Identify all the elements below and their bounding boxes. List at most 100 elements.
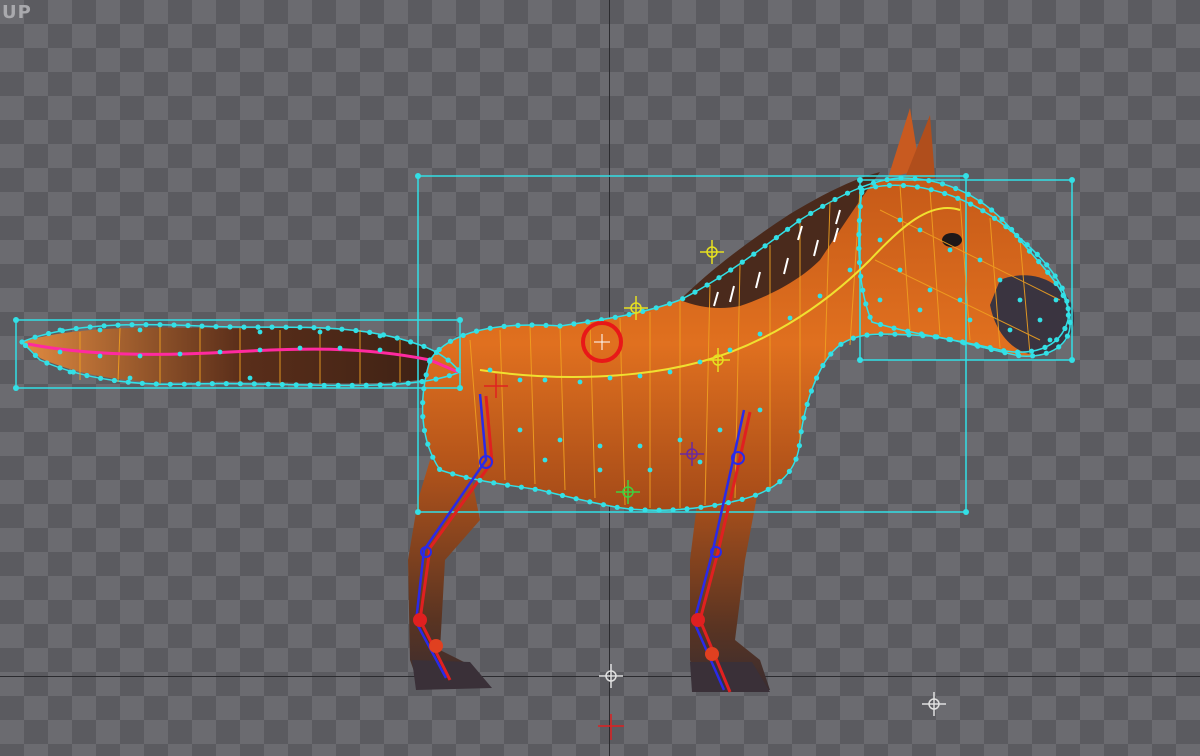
control-point[interactable] xyxy=(850,335,856,341)
control-point[interactable] xyxy=(297,324,303,330)
control-point[interactable] xyxy=(573,496,579,502)
control-point[interactable] xyxy=(1064,333,1070,339)
control-point[interactable] xyxy=(957,297,963,303)
bbox-corner-handle[interactable] xyxy=(963,509,969,515)
bbox-corner-handle[interactable] xyxy=(13,385,19,391)
control-point[interactable] xyxy=(463,474,469,480)
control-point[interactable] xyxy=(1053,280,1059,287)
control-point[interactable] xyxy=(1043,350,1049,356)
control-point[interactable] xyxy=(798,429,804,435)
control-point[interactable] xyxy=(177,351,183,357)
control-point[interactable] xyxy=(728,267,734,273)
control-point[interactable] xyxy=(704,282,710,288)
control-point[interactable] xyxy=(339,326,345,332)
control-point[interactable] xyxy=(518,484,525,490)
control-point[interactable] xyxy=(1056,344,1062,350)
control-point[interactable] xyxy=(828,351,834,357)
control-point[interactable] xyxy=(115,322,121,328)
control-point[interactable] xyxy=(787,315,793,321)
control-point[interactable] xyxy=(796,218,802,224)
control-point[interactable] xyxy=(87,324,93,330)
control-point[interactable] xyxy=(856,217,863,224)
control-point[interactable] xyxy=(856,259,863,266)
control-point[interactable] xyxy=(279,381,285,388)
control-point[interactable] xyxy=(1014,232,1020,239)
control-point[interactable] xyxy=(600,502,607,508)
horse-artwork[interactable] xyxy=(22,108,1075,692)
bbox-corner-handle[interactable] xyxy=(457,317,463,323)
control-point[interactable] xyxy=(773,235,780,241)
control-point[interactable] xyxy=(992,215,998,221)
control-point[interactable] xyxy=(1037,317,1043,323)
control-point[interactable] xyxy=(46,330,52,337)
control-point[interactable] xyxy=(420,400,426,406)
control-point[interactable] xyxy=(897,217,903,223)
control-point[interactable] xyxy=(765,486,771,492)
control-point[interactable] xyxy=(1024,242,1030,248)
control-point[interactable] xyxy=(251,381,257,387)
control-point[interactable] xyxy=(912,176,918,182)
control-point[interactable] xyxy=(801,415,807,421)
control-point[interactable] xyxy=(939,181,946,187)
control-point[interactable] xyxy=(167,381,173,387)
control-point[interactable] xyxy=(873,184,879,190)
control-point[interactable] xyxy=(419,378,425,385)
control-point[interactable] xyxy=(32,352,39,358)
control-point[interactable] xyxy=(157,322,163,328)
rig-viewport-canvas[interactable] xyxy=(0,0,1200,756)
control-point[interactable] xyxy=(1062,325,1068,332)
bbox-corner-handle[interactable] xyxy=(457,385,463,391)
control-point[interactable] xyxy=(1029,348,1035,354)
control-point[interactable] xyxy=(349,382,355,388)
control-point[interactable] xyxy=(101,323,107,329)
control-point[interactable] xyxy=(697,459,703,465)
control-point[interactable] xyxy=(1017,297,1023,303)
control-point[interactable] xyxy=(637,373,643,379)
control-point[interactable] xyxy=(98,375,104,381)
control-point[interactable] xyxy=(335,382,341,388)
control-point[interactable] xyxy=(325,325,331,331)
control-point[interactable] xyxy=(980,208,986,214)
control-point[interactable] xyxy=(487,367,493,373)
control-point[interactable] xyxy=(820,203,826,209)
control-point[interactable] xyxy=(965,191,971,197)
control-point[interactable] xyxy=(559,492,566,499)
control-point[interactable] xyxy=(557,323,563,329)
control-point[interactable] xyxy=(517,427,523,433)
control-point[interactable] xyxy=(363,382,369,388)
control-point[interactable] xyxy=(858,273,864,279)
control-point[interactable] xyxy=(367,329,373,335)
control-point[interactable] xyxy=(684,506,690,512)
control-point[interactable] xyxy=(217,349,223,355)
control-point[interactable] xyxy=(127,375,133,381)
control-point[interactable] xyxy=(185,322,191,329)
control-point[interactable] xyxy=(487,325,493,331)
control-point[interactable] xyxy=(698,504,704,510)
control-point[interactable] xyxy=(491,480,497,486)
control-point[interactable] xyxy=(587,499,593,505)
control-point[interactable] xyxy=(877,321,884,328)
control-point[interactable] xyxy=(257,347,263,353)
control-point[interactable] xyxy=(283,324,289,330)
control-point[interactable] xyxy=(914,184,921,190)
control-point[interactable] xyxy=(542,457,548,463)
bbox-corner-handle[interactable] xyxy=(963,173,969,179)
control-point[interactable] xyxy=(1017,237,1024,243)
control-point[interactable] xyxy=(67,369,73,375)
control-point[interactable] xyxy=(653,305,659,311)
control-point[interactable] xyxy=(22,342,29,349)
control-point[interactable] xyxy=(808,388,815,394)
control-point[interactable] xyxy=(898,175,904,181)
control-point[interactable] xyxy=(353,327,359,334)
control-point[interactable] xyxy=(129,322,135,328)
control-point[interactable] xyxy=(1009,226,1015,233)
control-point[interactable] xyxy=(427,358,433,364)
control-point[interactable] xyxy=(585,319,591,325)
control-point[interactable] xyxy=(917,307,923,313)
control-point[interactable] xyxy=(968,201,974,207)
control-point[interactable] xyxy=(877,297,883,303)
bbox-corner-handle[interactable] xyxy=(857,357,863,363)
control-point[interactable] xyxy=(739,259,745,265)
control-point[interactable] xyxy=(597,443,603,449)
control-point[interactable] xyxy=(1042,344,1048,350)
